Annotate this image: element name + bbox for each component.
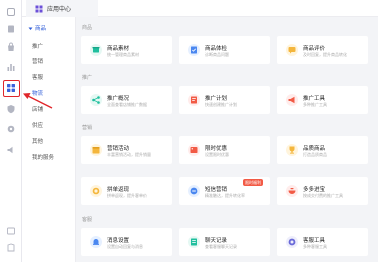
doc-icon[interactable] — [6, 243, 16, 253]
subnav-item-other[interactable]: 其他 — [32, 137, 43, 145]
card-limited-discount[interactable]: 限时优惠 设置限时优惠 — [179, 136, 270, 164]
secondary-sidebar: 商品 推广 营销 客服 物流 店铺 供应 其他 我的服务 — [22, 17, 76, 262]
grid-apps-icon — [35, 5, 43, 13]
plan-icon — [188, 94, 200, 106]
card-title: 客服工具 — [303, 238, 326, 244]
card-service-tools[interactable]: 客服工具 多种客服工具 — [277, 228, 368, 256]
card-title: 营销活动 — [107, 146, 130, 152]
card-marketing-activity[interactable]: 营销活动 丰富营销活动，提升销量 — [81, 136, 172, 164]
card-goods-checkup[interactable]: 商品体检 诊断商品问题 — [179, 36, 270, 64]
card-title: 商品素材 — [107, 46, 130, 52]
card-title: 短信营销 — [205, 187, 228, 193]
subnav-item-supply[interactable]: 供应 — [32, 121, 43, 129]
top-tab-bar: 应用中心 — [22, 0, 378, 17]
card-subtitle: 快速创建推广计划 — [205, 102, 237, 107]
folder-icon[interactable] — [6, 226, 16, 236]
card-title: 推广工具 — [303, 96, 326, 102]
card-title: 品质商品 — [303, 146, 326, 152]
subnav-header-label: 商品 — [35, 26, 47, 32]
card-title: 商品评价 — [303, 46, 326, 52]
card-title: 多多进宝 — [303, 187, 326, 193]
card-promotion-plan[interactable]: 推广计划 快速创建推广计划 — [179, 86, 270, 114]
subnav-item-service[interactable]: 客服 — [32, 73, 43, 81]
message-icon — [188, 185, 200, 197]
calendar-icon — [90, 144, 102, 156]
home-icon[interactable] — [6, 7, 16, 17]
card-goods-material[interactable]: 商品素材 统一管理商品素材 — [81, 36, 172, 64]
card-promotion-overview[interactable]: 推广概况 全面查看店铺推广数据 — [81, 86, 172, 114]
subnav-item-marketing[interactable]: 营销 — [32, 57, 43, 65]
caret-down-icon — [28, 27, 33, 30]
card-subtitle: 全面查看店铺推广数据 — [107, 102, 147, 107]
card-subtitle: 设置限时优惠 — [205, 152, 229, 157]
card-subtitle: 统一管理商品素材 — [107, 52, 139, 57]
card-subtitle: 多种客服工具 — [303, 244, 327, 249]
card-title: 限时优惠 — [205, 146, 228, 152]
icon-rail — [0, 0, 22, 262]
section-label-marketing: 营销 — [82, 125, 93, 131]
tab-app-center[interactable]: 应用中心 — [26, 0, 98, 17]
card-title: 推广计划 — [205, 96, 228, 102]
card-title: 消息设置 — [107, 238, 130, 244]
comment-icon — [286, 44, 298, 56]
card-quality-goods[interactable]: 品质商品 打造品质商品 — [277, 136, 368, 164]
section-label-service: 客服 — [82, 217, 93, 223]
checkup-icon — [188, 44, 200, 56]
box-icon — [90, 44, 102, 56]
megaphone-icon — [286, 94, 298, 106]
card-message-settings[interactable]: 消息设置 设置自动回复与消息 — [81, 228, 172, 256]
coin-icon — [90, 185, 102, 197]
card-sms-marketing[interactable]: 短信营销 精准触达，提升转化率 限时福利 — [179, 177, 270, 205]
share-icon — [90, 94, 102, 106]
card-group-cashback[interactable]: 拼单返现 拼单返现，提升客单价 — [81, 177, 172, 205]
card-title: 商品体检 — [205, 46, 228, 52]
subnav-item-logistics[interactable]: 物流 — [32, 89, 43, 97]
tab-label: 应用中心 — [47, 7, 72, 13]
bag-icon[interactable] — [6, 42, 16, 52]
card-subtitle: 设置自动回复与消息 — [107, 244, 143, 249]
grid-apps-icon[interactable] — [6, 83, 16, 93]
card-duoduo-jinbao[interactable]: 多多进宝 按成交付费的推广工具 — [277, 177, 368, 205]
subnav-item-promotion[interactable]: 推广 — [32, 42, 43, 50]
trophy-icon — [286, 144, 298, 156]
card-goods-review[interactable]: 商品评价 及时回复，提升商品转化 — [277, 36, 368, 64]
card-promotion-tools[interactable]: 推广工具 多种推广工具 — [277, 86, 368, 114]
card-subtitle: 按成交付费的推广工具 — [303, 193, 343, 198]
card-title: 拼单返现 — [107, 187, 130, 193]
card-subtitle: 丰富营销活动，提升销量 — [107, 152, 151, 157]
card-subtitle: 诊断商品问题 — [205, 52, 229, 57]
headset-icon — [286, 236, 298, 248]
list-icon[interactable] — [6, 24, 16, 34]
card-subtitle: 精准触达，提升转化率 — [205, 193, 245, 198]
subnav-item-store[interactable]: 店铺 — [32, 105, 43, 113]
bell-icon — [90, 236, 102, 248]
card-title: 聊天记录 — [205, 238, 228, 244]
subnav-item-my-services[interactable]: 我的服务 — [32, 153, 54, 161]
card-subtitle: 多种推广工具 — [303, 102, 327, 107]
card-title: 推广概况 — [107, 96, 130, 102]
section-label-promotion: 推广 — [82, 75, 93, 81]
chat-record-icon — [188, 236, 200, 248]
settings-icon[interactable] — [6, 124, 16, 134]
subnav-header[interactable]: 商品 — [28, 24, 46, 32]
speaker-icon[interactable] — [6, 145, 16, 155]
section-label-goods: 商品 — [82, 25, 93, 31]
card-subtitle: 拼单返现，提升客单价 — [107, 193, 147, 198]
chart-icon[interactable] — [6, 62, 16, 72]
promo-badge: 限时福利 — [243, 179, 263, 186]
bowl-icon — [286, 185, 298, 197]
shield-icon[interactable] — [6, 104, 16, 114]
card-subtitle: 查看客服聊天记录 — [205, 244, 237, 249]
card-subtitle: 及时回复，提升商品转化 — [303, 52, 347, 57]
tag-icon — [188, 144, 200, 156]
card-subtitle: 打造品质商品 — [303, 152, 327, 157]
main-content: 商品 商品素材 统一管理商品素材 商品体检 诊断商品问题 商品评价 及时回复，提… — [76, 17, 378, 262]
card-chat-records[interactable]: 聊天记录 查看客服聊天记录 — [179, 228, 270, 256]
